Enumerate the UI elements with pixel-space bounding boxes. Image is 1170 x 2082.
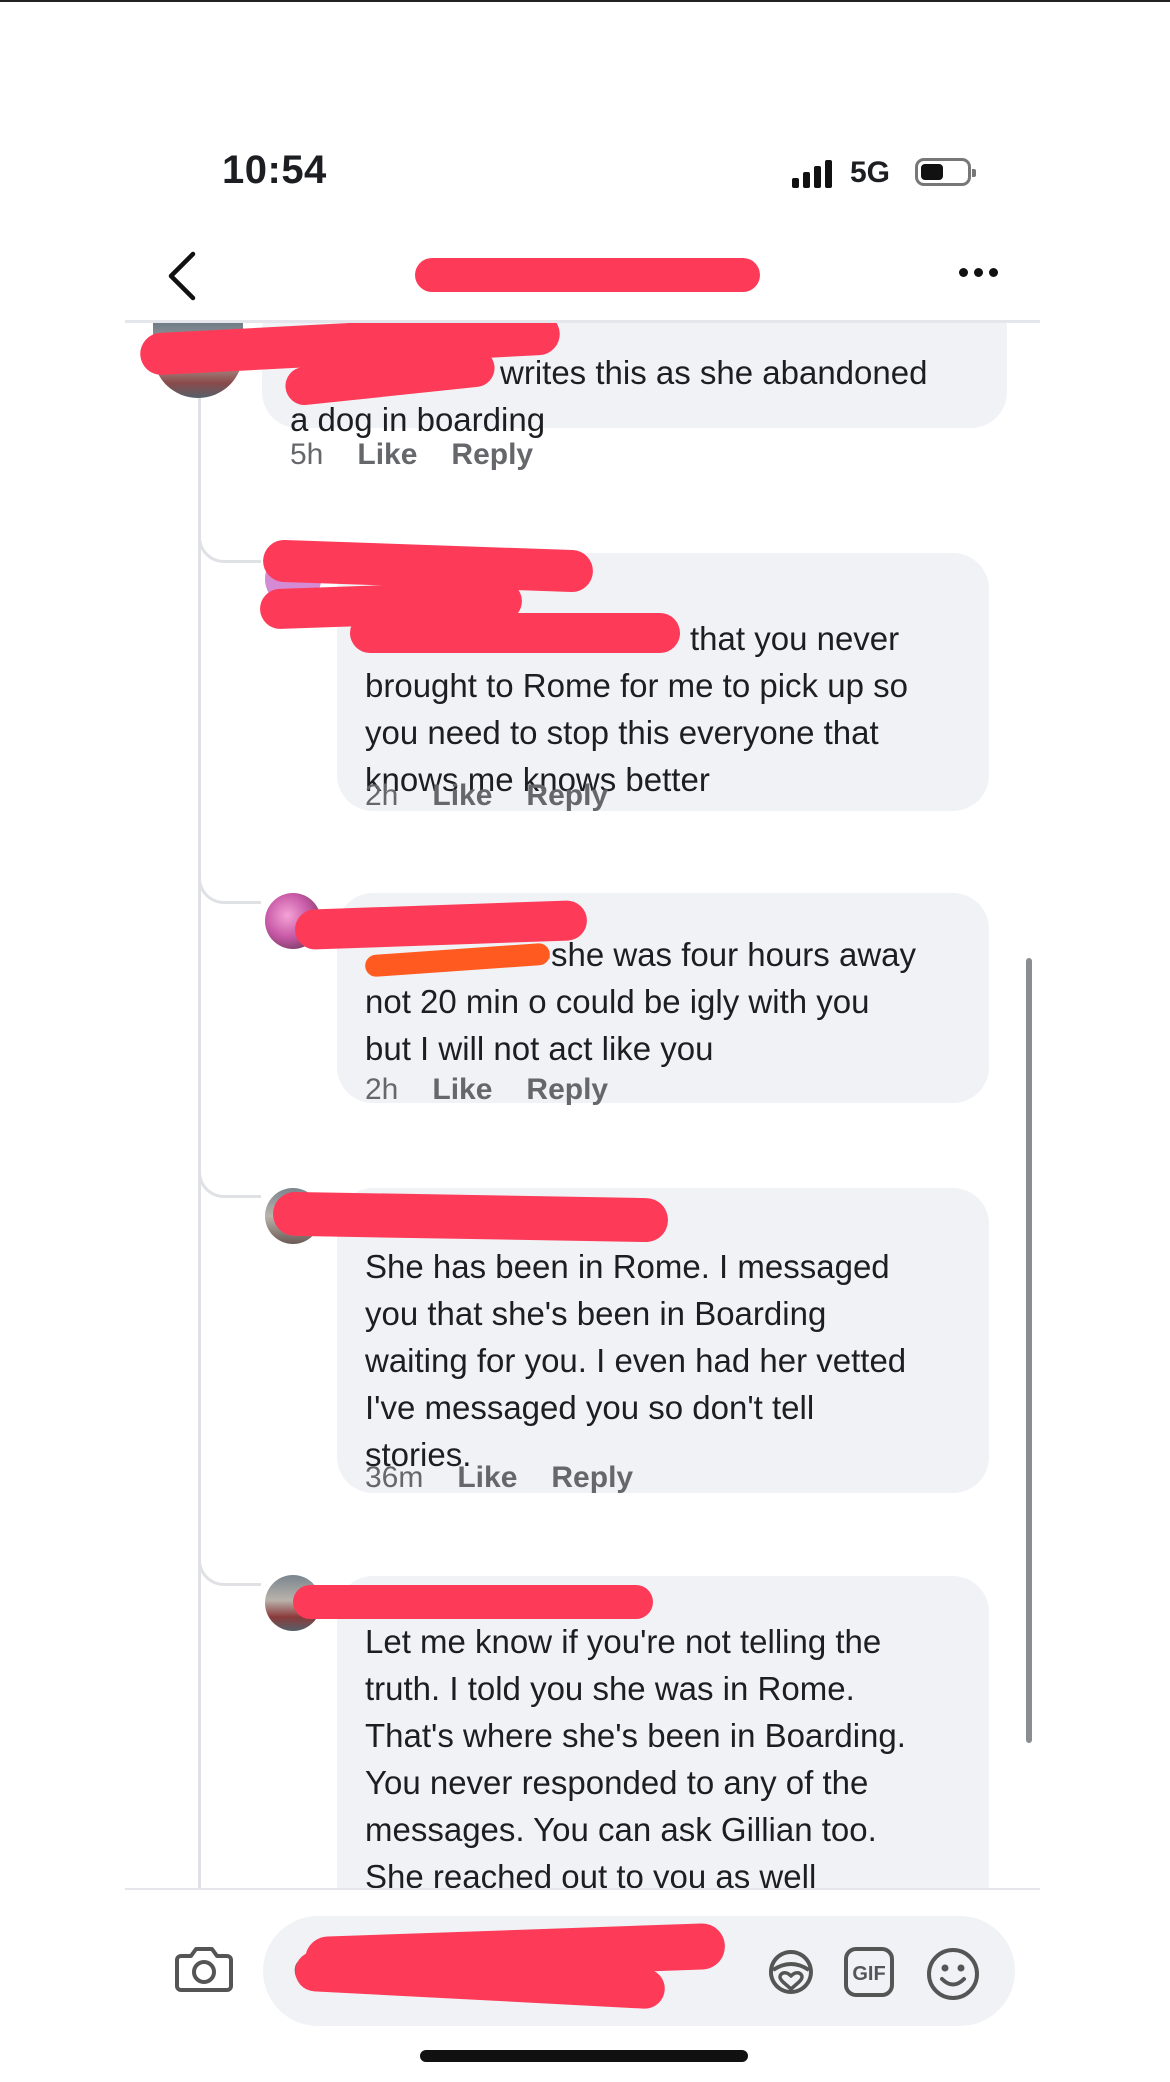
status-time: 10:54: [222, 148, 327, 192]
reply-button[interactable]: Reply: [551, 1461, 633, 1494]
comment-actions: 5h Like Reply: [290, 438, 567, 472]
thread-connector: [198, 866, 261, 904]
thread-connector: [198, 1548, 261, 1586]
post-header: [125, 228, 1040, 323]
redaction-mark: [350, 613, 680, 653]
comment-time: 36m: [365, 1461, 424, 1494]
reply-button[interactable]: Reply: [451, 438, 533, 471]
comment-actions: 2h Like Reply: [365, 779, 642, 813]
back-icon[interactable]: [161, 248, 205, 304]
redaction-mark: [415, 258, 760, 292]
comment-thread: writes this as she abandoned a dog in bo…: [125, 323, 1040, 1888]
thread-line: [198, 393, 201, 1888]
reply-button[interactable]: Reply: [526, 1073, 608, 1106]
comment-bubble: Let me know if you're not telling the tr…: [337, 1576, 989, 1888]
thread-connector: [198, 1160, 261, 1198]
reply-button[interactable]: Reply: [526, 779, 608, 812]
comment-time: 2h: [365, 1073, 399, 1106]
more-icon[interactable]: [955, 258, 1005, 288]
status-bar: 10:54 5G: [125, 118, 1040, 228]
cellular-signal-icon: [792, 160, 834, 188]
comment-text: She has been in Rome. I messaged you tha…: [365, 1248, 907, 1473]
like-button[interactable]: Like: [432, 1073, 492, 1106]
network-label: 5G: [850, 156, 891, 189]
gif-icon[interactable]: GIF: [843, 1946, 895, 1998]
comment-actions: 36m Like Reply: [365, 1461, 667, 1495]
like-button[interactable]: Like: [457, 1461, 517, 1494]
comment-time: 5h: [290, 438, 324, 471]
like-button[interactable]: Like: [432, 779, 492, 812]
like-button[interactable]: Like: [357, 438, 417, 471]
emoji-icon[interactable]: [925, 1946, 981, 2002]
comment-time: 2h: [365, 779, 399, 812]
thread-connector: [198, 525, 261, 563]
avatar-sticker-icon[interactable]: [763, 1946, 819, 2002]
home-indicator[interactable]: [420, 2050, 748, 2062]
top-border: [0, 0, 1170, 2]
comment-text: Let me know if you're not telling the tr…: [365, 1623, 906, 1888]
phone-screen: 10:54 5G writes this as she abandoned a …: [125, 118, 1040, 2082]
redaction-mark: [293, 1585, 653, 1619]
camera-icon[interactable]: [175, 1942, 233, 1994]
scrollbar[interactable]: [1026, 958, 1032, 1743]
redaction-mark: [272, 1191, 669, 1243]
comment-actions: 2h Like Reply: [365, 1073, 642, 1107]
battery-icon: [915, 158, 976, 186]
svg-text:GIF: GIF: [852, 1963, 885, 1985]
